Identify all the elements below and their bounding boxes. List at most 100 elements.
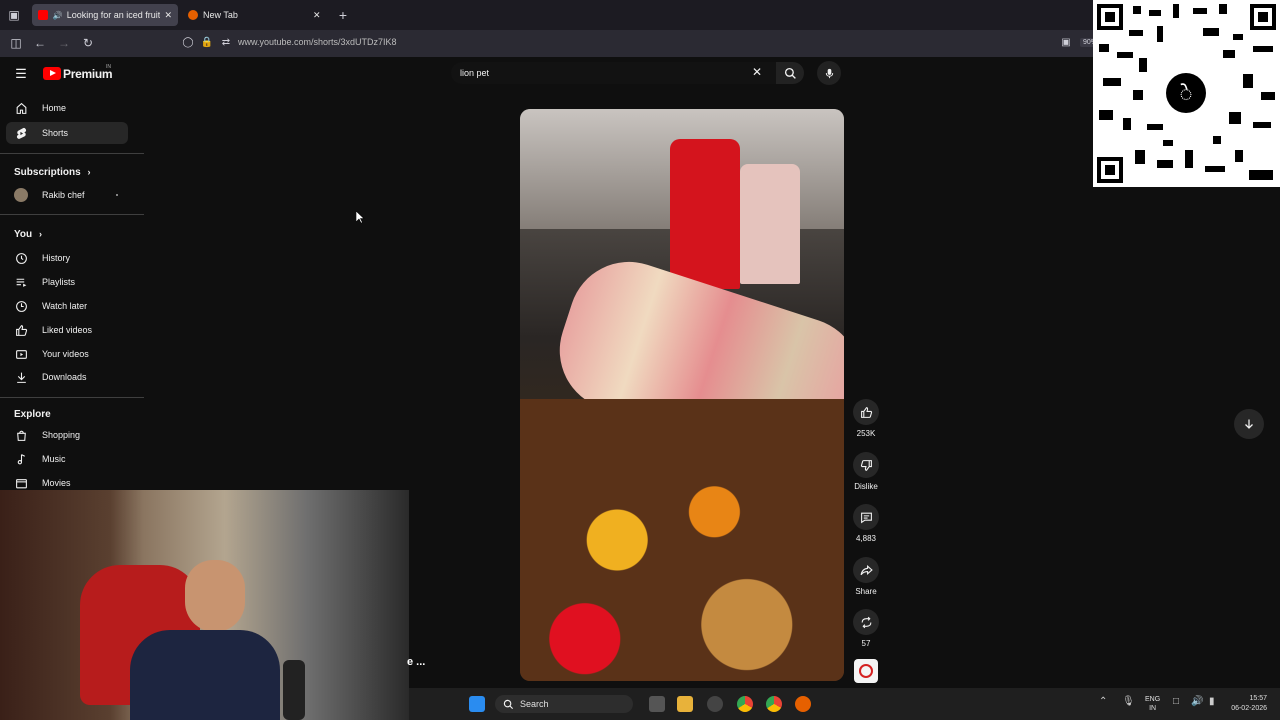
person-shirt [130,630,280,720]
share-button[interactable]: Share [852,557,880,596]
movies-icon [14,476,28,490]
microphone-icon [825,68,833,78]
sidebar-item-label: Rakib chef [42,190,85,200]
tab-overview-icon[interactable]: ▣ [6,7,22,23]
forward-button[interactable]: → [56,35,72,51]
chrome-profile-icon[interactable] [766,696,782,712]
sidebar-item-playlists[interactable]: Playlists [6,271,128,293]
clear-search-icon[interactable]: ✕ [752,65,762,79]
microphone-stand [283,660,305,720]
youtube-favicon [38,10,48,20]
app-icon[interactable] [707,696,723,712]
youtube-premium-logo[interactable]: Premium [63,67,113,81]
tab-title: New Tab [203,10,238,20]
avatar [14,188,28,202]
comment-count: 4,883 [855,534,877,543]
arrow-down-icon [1245,419,1253,429]
language-indicator[interactable]: ENG IN [1145,695,1160,713]
region-label: IN [106,64,111,70]
tray-chevron-icon[interactable]: ⌃ [1099,696,1107,707]
dislike-label: Dislike [854,482,878,491]
picture-icon[interactable]: ▣ [1058,35,1074,51]
battery-icon[interactable]: ▮ [1209,696,1215,707]
windows-taskbar: Search ⌃ 🎙 ENG IN □ 🔊 ▮ 15:57 06-02-2026 [409,688,1280,720]
tab-new-tab[interactable]: New Tab ✕ [182,4,328,26]
subscriptions-title: Subscriptions [14,167,81,178]
remix-button[interactable]: 57 [852,609,880,648]
sidebar-item-label: Liked videos [42,325,93,335]
sidebar-item-your-videos[interactable]: Your videos [6,343,128,365]
task-view-icon[interactable] [649,696,665,712]
sidebar-item-label: Music [42,454,66,464]
video-fruits [520,399,844,681]
overlay-text: e ... [407,656,426,668]
sidebar-item-history[interactable]: History [6,247,128,269]
video-pink-garment [740,164,800,284]
thumbs-down-icon [860,459,872,471]
subscriptions-heading[interactable]: Subscriptions › [14,167,90,178]
firefox-icon[interactable] [795,696,811,712]
sidebar-item-rakib-chef[interactable]: Rakib chef [6,184,128,206]
sidebar-item-shorts[interactable]: Shorts [6,122,128,144]
remix-icon [861,616,871,628]
search-input[interactable]: lion pet [451,62,776,84]
sidebar-item-label: Your videos [42,349,89,359]
new-tab-button[interactable]: + [335,7,351,23]
url-bar[interactable]: www.youtube.com/shorts/3xdUTDz7IK8 [238,37,397,47]
svg-text:े: े [1179,82,1192,107]
shorts-icon [14,126,28,140]
sidebar-item-home[interactable]: Home [6,97,128,119]
network-icon[interactable]: □ [1173,696,1179,707]
download-icon [14,370,28,384]
voice-search-button[interactable] [817,61,841,85]
store-icon[interactable] [677,696,693,712]
shorts-video-player[interactable] [520,109,844,681]
clock[interactable]: 15:57 06-02-2026 [1221,694,1267,714]
youtube-logo-icon[interactable] [43,67,61,80]
taskbar-search[interactable]: Search [495,695,633,713]
volume-icon[interactable]: 🔊 [1191,696,1203,707]
next-short-button[interactable] [1234,409,1264,439]
comment-icon [860,512,872,523]
language-bottom: IN [1149,705,1157,712]
sidebar-toggle-icon[interactable]: ◫ [8,35,24,51]
reload-button[interactable]: ↻ [80,35,96,51]
audio-icon[interactable]: 🔊 [53,11,63,20]
permissions-icon[interactable]: ⇄ [218,35,234,51]
remix-count: 57 [861,639,871,648]
microphone-tray-icon[interactable]: 🎙 [1122,696,1135,707]
comments-button[interactable]: 4,883 [852,504,880,543]
firefox-favicon [188,10,198,20]
tab-youtube[interactable]: 🔊 Looking for an iced fruit sal ✕ [32,4,178,26]
qr-code: े [1093,0,1280,187]
lock-icon[interactable]: 🔒 [199,35,215,51]
sidebar-item-downloads[interactable]: Downloads [6,366,128,388]
time: 15:57 [1249,695,1267,702]
sidebar-item-label: Shopping [42,430,81,440]
sidebar-item-liked-videos[interactable]: Liked videos [6,319,128,341]
shield-icon[interactable]: ◯ [180,35,196,51]
thumbs-up-icon [860,406,872,418]
like-button[interactable]: 253K [852,399,880,438]
search-button[interactable] [776,62,804,84]
menu-icon[interactable]: ☰ [13,66,29,82]
sidebar-item-label: Movies [42,478,71,488]
liked-icon [14,323,28,337]
windows-start-icon[interactable] [469,696,485,712]
sidebar-item-shopping[interactable]: Shopping [6,424,128,446]
chrome-icon[interactable] [737,696,753,712]
sidebar-item-music[interactable]: Music [6,448,128,470]
sound-thumbnail[interactable] [854,659,878,683]
you-title: You [14,229,33,240]
sidebar-item-label: Playlists [42,277,76,287]
you-heading[interactable]: You › [14,229,42,240]
like-count: 253K [856,429,876,438]
playlists-icon [14,275,28,289]
dislike-button[interactable]: Dislike [852,452,880,491]
browser-tab-bar: ▣ 🔊 Looking for an iced fruit sal ✕ New … [0,0,1280,30]
back-button[interactable]: ← [32,35,48,51]
close-tab-icon[interactable]: ✕ [313,10,321,21]
date: 06-02-2026 [1231,705,1267,712]
close-tab-icon[interactable]: ✕ [164,10,172,21]
sidebar-item-watch-later[interactable]: Watch later [6,295,128,317]
